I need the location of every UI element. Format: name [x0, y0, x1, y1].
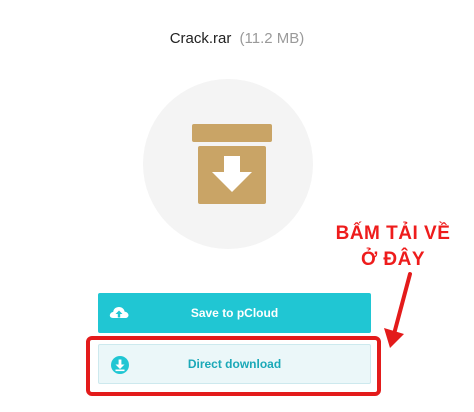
save-to-pcloud-label: Save to pCloud [190, 306, 279, 320]
file-size: (11.2 MB) [239, 30, 305, 47]
download-page: Crack.rar (11.2 MB) BẤM TẢI VỀ Ở ĐÂY Sav… [0, 0, 474, 412]
download-icon [111, 356, 129, 374]
file-icon-circle [143, 79, 313, 249]
file-name: Crack.rar [169, 30, 232, 47]
annotation-arrow-icon [384, 272, 412, 348]
annotation-callout: BẤM TẢI VỀ Ở ĐÂY [318, 221, 468, 273]
cloud-upload-icon [109, 307, 129, 318]
file-title: Crack.rar (11.2 MB) [0, 30, 474, 47]
archive-box-download-icon [192, 124, 272, 204]
save-to-pcloud-button[interactable]: Save to pCloud [98, 293, 371, 333]
direct-download-label: Direct download [187, 357, 282, 371]
direct-download-button[interactable]: Direct download [98, 344, 371, 384]
annotation-line-1: BẤM TẢI VỀ [335, 223, 451, 244]
